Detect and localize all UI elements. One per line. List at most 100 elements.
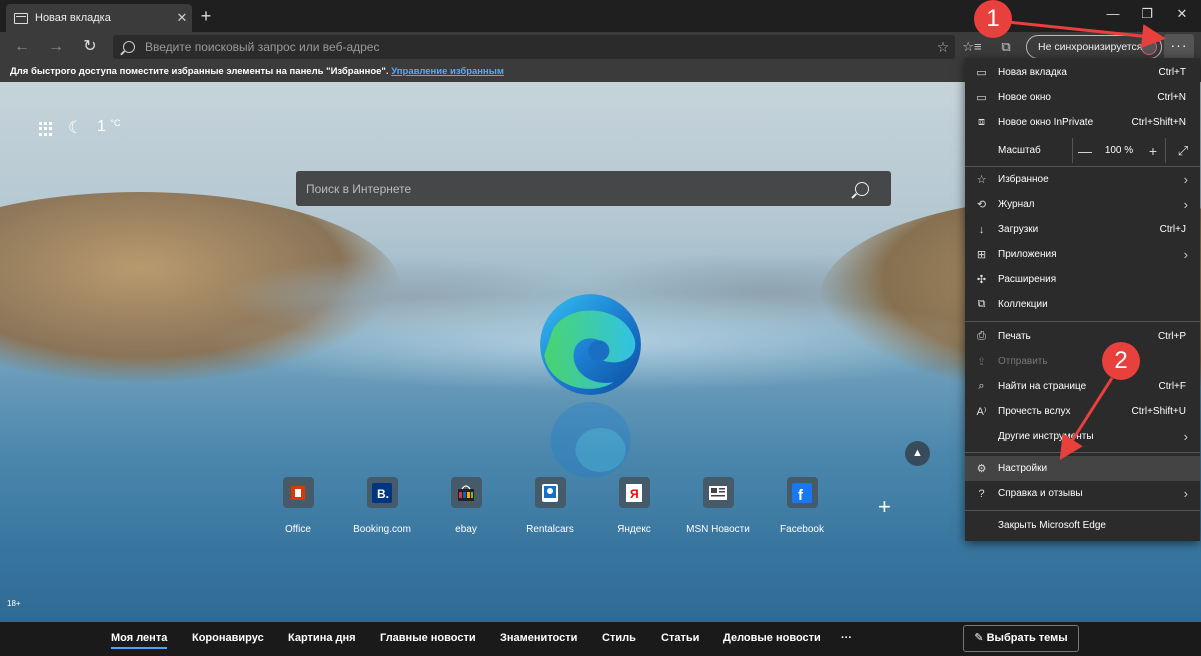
news-tab-picture-of-day[interactable]: Картина дня: [288, 632, 356, 644]
gear-icon: ⚙: [976, 463, 987, 475]
news-tab-my-feed[interactable]: Моя лента: [111, 632, 168, 649]
web-search-input[interactable]: Поиск в Интернете: [296, 171, 891, 206]
menu-item-label: Избранное: [998, 174, 1049, 185]
menu-item-downloads[interactable]: ↓ Загрузки Ctrl+J: [965, 217, 1200, 242]
quick-link-booking[interactable]: B. Booking.com: [342, 477, 422, 535]
chevron-right-icon: ›: [1183, 486, 1188, 501]
read-aloud-icon: A⁾: [976, 406, 987, 418]
menu-item-apps[interactable]: ⊞ Приложения ›: [965, 242, 1200, 267]
address-bar[interactable]: Введите поисковый запрос или веб-адрес ☆: [113, 35, 955, 59]
office-icon: [282, 477, 314, 508]
zoom-out-button[interactable]: —: [1073, 143, 1097, 159]
refresh-button[interactable]: ↻: [79, 36, 101, 58]
booking-icon: B.: [366, 477, 398, 508]
quick-link-label: ebay: [455, 524, 477, 535]
menu-item-favorites[interactable]: ☆ Избранное ›: [965, 167, 1200, 192]
news-tab-coronavirus[interactable]: Коронавирус: [192, 632, 264, 644]
restore-button[interactable]: ❐: [1137, 6, 1157, 22]
favorites-bar-hint: Для быстрого доступа поместите избранные…: [10, 66, 389, 77]
quick-link-label: MSN Новости: [686, 524, 750, 535]
minimize-button[interactable]: —: [1103, 6, 1123, 21]
menu-item-label: Приложения: [998, 249, 1057, 260]
menu-item-print[interactable]: ⎙ Печать Ctrl+P: [965, 324, 1200, 349]
menu-item-settings[interactable]: ⚙ Настройки: [965, 456, 1200, 481]
apps-icon: ⊞: [976, 249, 987, 261]
profile-sync-button[interactable]: Не синхронизируется: [1026, 35, 1162, 59]
menu-item-history[interactable]: ⟲ Журнал ›: [965, 192, 1200, 217]
history-icon: ⟲: [976, 199, 987, 211]
svg-text:Я: Я: [630, 487, 639, 501]
settings-and-more-button[interactable]: ···: [1164, 34, 1194, 60]
chevron-right-icon: ›: [1183, 429, 1188, 444]
menu-item-new-tab[interactable]: ▭ Новая вкладка Ctrl+T: [965, 60, 1200, 85]
news-tab-top-news[interactable]: Главные новости: [380, 632, 476, 644]
new-tab-icon: ▭: [976, 67, 987, 79]
menu-item-label: Коллекции: [998, 299, 1048, 310]
new-window-icon: ▭: [976, 92, 987, 104]
yandex-icon: Я: [618, 477, 650, 508]
news-tab-business[interactable]: Деловые новости: [723, 632, 821, 644]
facebook-icon: f: [786, 477, 818, 508]
extensions-puzzle-icon: ✣: [976, 274, 987, 286]
zoom-in-button[interactable]: +: [1141, 143, 1165, 159]
quick-link-yandex[interactable]: Я Яндекс: [594, 477, 674, 535]
help-icon: ?: [978, 487, 985, 500]
ebay-icon: [450, 477, 482, 508]
menu-item-new-inprivate[interactable]: ⧈ Новое окно InPrivate Ctrl+Shift+N: [965, 110, 1200, 135]
back-button[interactable]: ←: [11, 36, 33, 58]
shortcut-label: Ctrl+T: [1158, 67, 1187, 78]
tab-close-icon[interactable]: ✕: [172, 10, 192, 26]
new-tab-button[interactable]: +: [196, 6, 216, 26]
zoom-control: — 100 % + ⤢: [1072, 138, 1200, 163]
shortcut-label: Ctrl+J: [1159, 224, 1186, 235]
choose-topics-button[interactable]: ✎ Выбрать темы: [963, 625, 1079, 652]
menu-item-close-edge[interactable]: Закрыть Microsoft Edge: [965, 513, 1200, 538]
menu-item-label: Отправить: [998, 356, 1048, 367]
menu-item-extensions[interactable]: ✣ Расширения: [965, 267, 1200, 292]
collections-icon[interactable]: ⧉: [995, 37, 1017, 57]
quick-link-label: Facebook: [780, 524, 824, 535]
menu-item-read-aloud[interactable]: A⁾ Прочесть вслух Ctrl+Shift+U: [965, 399, 1200, 424]
add-quick-link-button[interactable]: +: [878, 494, 891, 520]
quick-link-rentalcars[interactable]: Rentalcars: [510, 477, 590, 535]
menu-item-more-tools[interactable]: Другие инструменты ›: [965, 424, 1200, 449]
browser-tab[interactable]: Новая вкладка ✕: [6, 4, 192, 32]
tab-title: Новая вкладка: [35, 12, 111, 24]
menu-item-collections[interactable]: ⧉ Коллекции: [965, 292, 1200, 317]
menu-item-share: ⇪ Отправить: [965, 349, 1200, 374]
fullscreen-icon[interactable]: ⤢: [1166, 143, 1200, 159]
menu-item-new-window[interactable]: ▭ Новое окно Ctrl+N: [965, 85, 1200, 110]
news-tab-articles[interactable]: Статьи: [661, 632, 699, 644]
menu-item-label: Расширения: [998, 274, 1057, 285]
favorites-icon[interactable]: ☆≡: [961, 37, 983, 57]
chevron-right-icon: ›: [1183, 197, 1188, 212]
search-icon[interactable]: [855, 181, 869, 196]
menu-item-help[interactable]: ? Справка и отзывы ›: [965, 481, 1200, 506]
close-window-button[interactable]: ✕: [1172, 6, 1192, 22]
forward-button[interactable]: →: [45, 36, 67, 58]
annotation-step-2-badge: 2: [1102, 342, 1140, 380]
news-tab-celebrities[interactable]: Знаменитости: [500, 632, 577, 644]
annotation-step-1-badge: 1: [974, 0, 1012, 38]
quick-link-msn[interactable]: MSN Новости: [678, 477, 758, 535]
age-rating-label: 18+: [7, 599, 21, 608]
share-icon: ⇪: [976, 356, 987, 368]
menu-item-find[interactable]: ⌕ Найти на странице Ctrl+F: [965, 374, 1200, 399]
quick-link-facebook[interactable]: f Facebook: [762, 477, 842, 535]
news-navigation-bar: Моя лента Коронавирус Картина дня Главны…: [0, 622, 1201, 656]
quick-link-ebay[interactable]: ebay: [426, 477, 506, 535]
weather-temperature[interactable]: 1 °C: [97, 118, 120, 136]
news-tab-style[interactable]: Стиль: [602, 632, 636, 644]
shortcut-label: Ctrl+Shift+U: [1131, 406, 1186, 417]
msn-icon: [702, 477, 734, 508]
scroll-up-button[interactable]: ▲: [905, 441, 930, 466]
apps-launcher-icon[interactable]: [39, 122, 53, 136]
address-placeholder: Введите поисковый запрос или веб-адрес: [145, 40, 380, 54]
add-favorite-star-icon[interactable]: ☆: [931, 39, 955, 56]
news-more-button[interactable]: ···: [841, 632, 852, 644]
manage-favorites-link[interactable]: Управление избранным: [391, 66, 504, 77]
printer-icon: ⎙: [977, 330, 986, 342]
search-icon: [123, 41, 135, 53]
shortcut-label: Ctrl+N: [1157, 92, 1186, 103]
quick-link-office[interactable]: Office: [258, 477, 338, 535]
